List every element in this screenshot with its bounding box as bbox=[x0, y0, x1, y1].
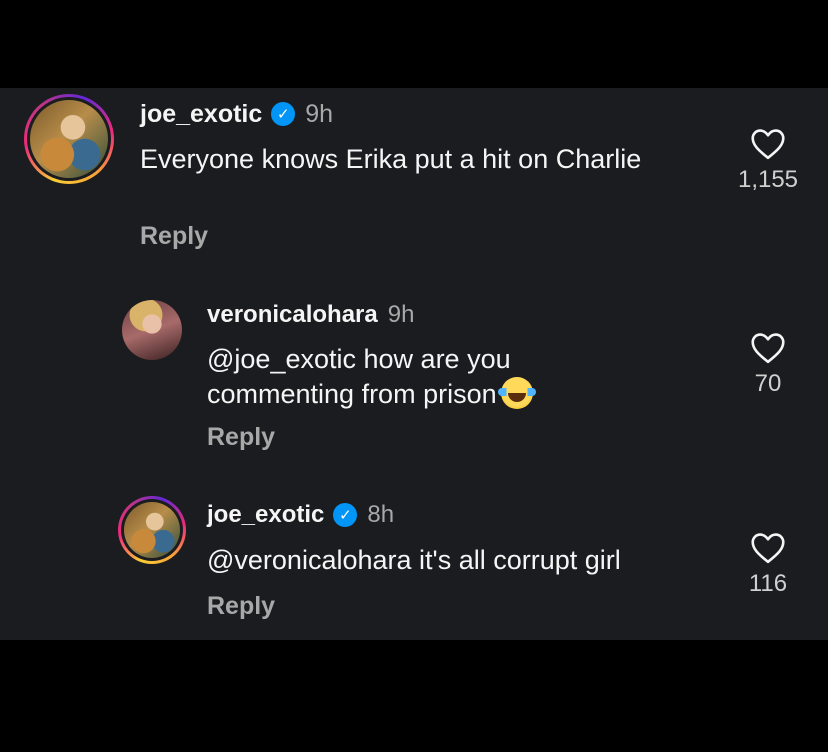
verified-badge-icon: ✓ bbox=[333, 503, 358, 527]
comment-username[interactable]: joe_exotic bbox=[207, 501, 324, 529]
reply-button[interactable]: Reply bbox=[207, 423, 275, 452]
tears-of-joy-emoji bbox=[497, 376, 536, 409]
comment-timestamp: 8h bbox=[367, 501, 395, 528]
mention-link[interactable]: @joe_exotic bbox=[207, 344, 356, 374]
avatar[interactable] bbox=[118, 496, 186, 564]
comment-timestamp: 9h bbox=[305, 99, 334, 128]
like-count: 1,155 bbox=[737, 166, 799, 193]
comment-text: @joe_exotic how are you commenting from … bbox=[207, 342, 627, 411]
heart-outline-icon[interactable] bbox=[750, 332, 786, 364]
comment-text: @veronicalohara it's all corrupt girl bbox=[207, 545, 621, 575]
like-count: 116 bbox=[748, 570, 788, 597]
comment-username[interactable]: veronicalohara bbox=[207, 301, 378, 329]
reply-button[interactable]: Reply bbox=[140, 222, 208, 251]
comment-timestamp: 9h bbox=[387, 301, 415, 328]
avatar[interactable] bbox=[24, 94, 114, 184]
heart-outline-icon[interactable] bbox=[750, 532, 786, 564]
reply-button[interactable]: Reply bbox=[207, 592, 275, 621]
heart-outline-icon[interactable] bbox=[750, 128, 786, 160]
like-count: 70 bbox=[754, 370, 782, 397]
verified-badge-icon: ✓ bbox=[271, 102, 296, 126]
comment-username[interactable]: joe_exotic bbox=[140, 100, 262, 129]
comments-panel: joe_exotic ✓ 9h Everyone knows Erika put… bbox=[0, 88, 828, 640]
comment-text: Everyone knows Erika put a hit on Charli… bbox=[140, 144, 642, 174]
avatar[interactable] bbox=[122, 300, 182, 360]
mention-link[interactable]: @veronicalohara bbox=[207, 545, 412, 575]
